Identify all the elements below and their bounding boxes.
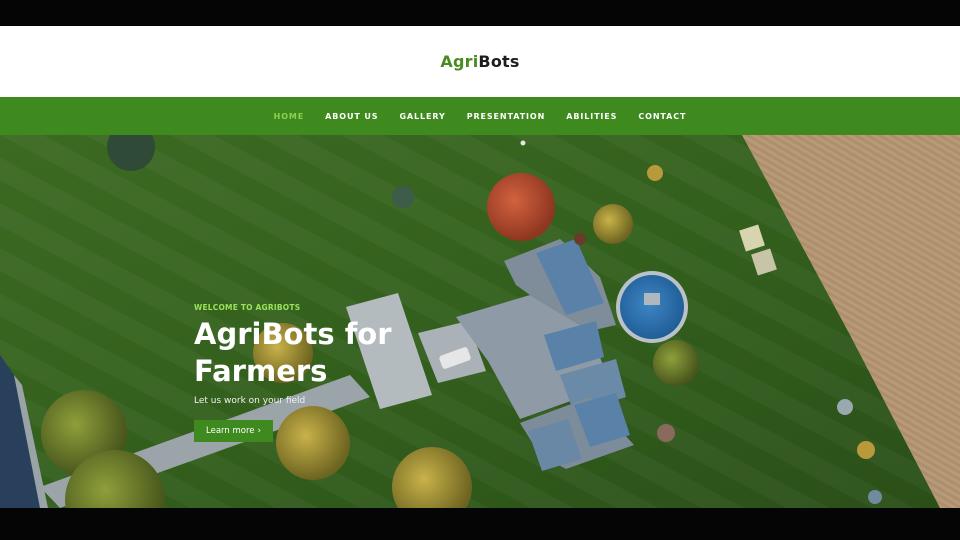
logo-text-bots: Bots [478, 52, 520, 71]
hero-content: WELCOME TO AGRIBOTS AgriBots for Farmers… [194, 303, 514, 442]
video-letterbox-bottom [0, 508, 960, 540]
nav-item-abilities[interactable]: ABILITIES [556, 112, 628, 121]
nav-item-presentation[interactable]: PRESENTATION [456, 112, 556, 121]
hero-section: WELCOME TO AGRIBOTS AgriBots for Farmers… [0, 135, 960, 508]
logo-text-agri: Agri [440, 52, 479, 71]
hero-subline: Let us work on your field [194, 396, 306, 406]
site-logo[interactable]: AgriBots [440, 52, 519, 71]
brand-header: AgriBots [0, 26, 960, 97]
chevron-right-icon: › [257, 426, 262, 436]
learn-more-button[interactable]: Learn more › [194, 420, 274, 442]
hero-headline: AgriBots for Farmers [194, 317, 392, 388]
learn-more-label: Learn more [206, 426, 255, 436]
video-letterbox-top [0, 0, 960, 26]
nav-item-about-us[interactable]: ABOUT US [315, 112, 389, 121]
nav-item-contact[interactable]: CONTACT [628, 112, 697, 121]
nav-item-gallery[interactable]: GALLERY [389, 112, 456, 121]
hero-eyebrow: WELCOME TO AGRIBOTS [194, 303, 301, 312]
main-nav: HOME ABOUT US GALLERY PRESENTATION ABILI… [0, 97, 960, 135]
nav-item-home[interactable]: HOME [263, 112, 315, 121]
